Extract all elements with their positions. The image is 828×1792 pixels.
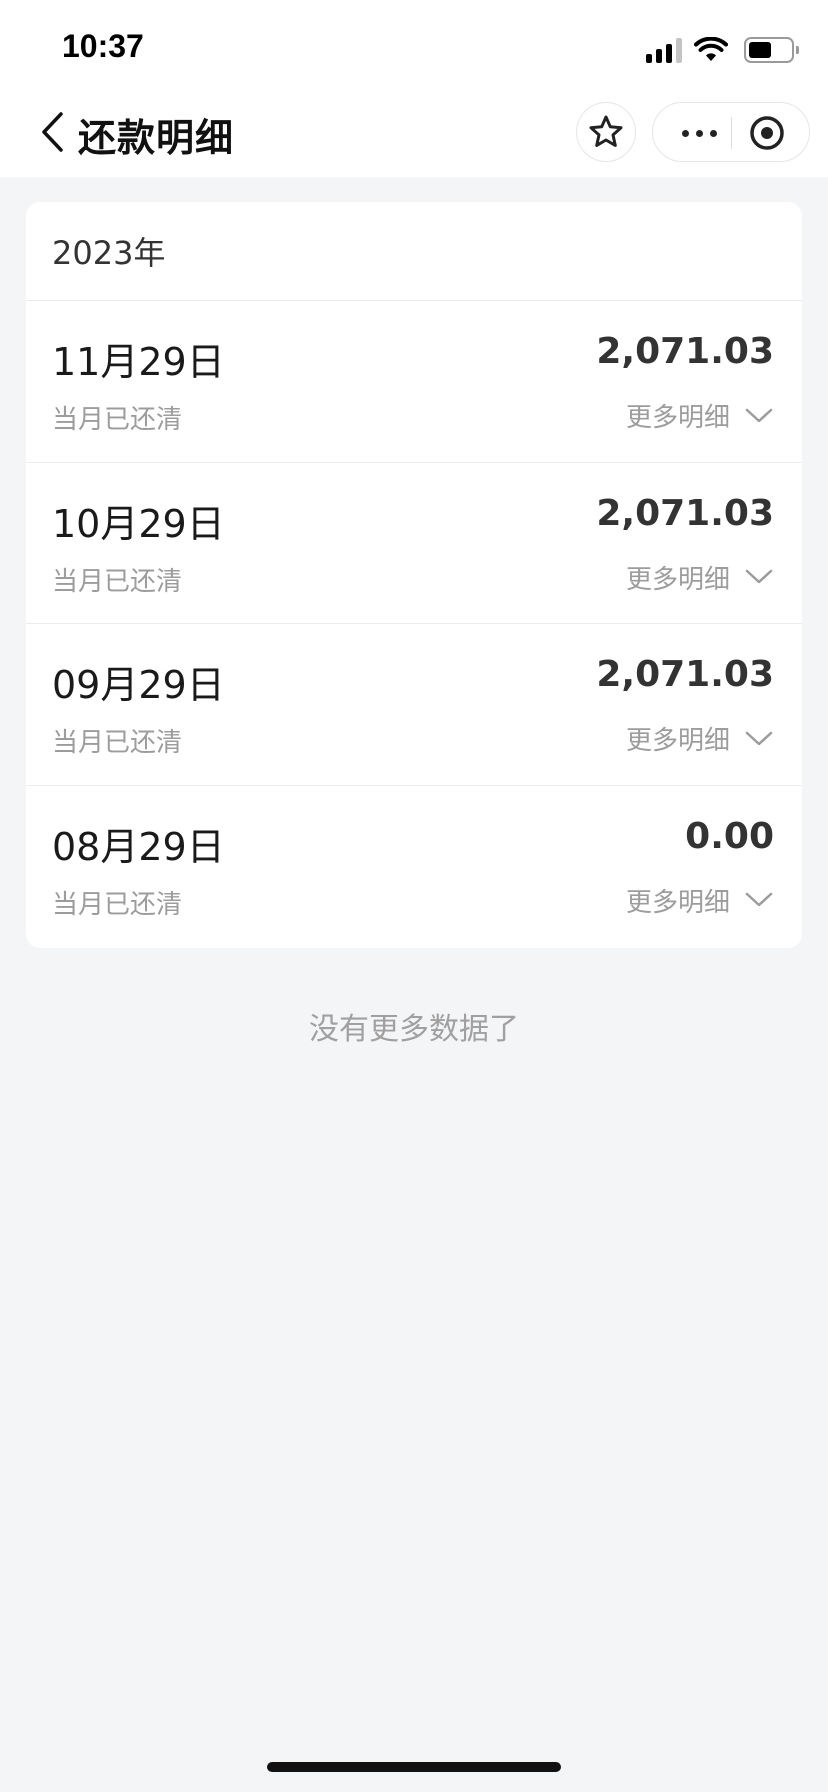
more-dot-icon — [681, 129, 689, 137]
status-icons — [646, 34, 799, 66]
repayment-amount: 2,071.03 — [596, 331, 774, 372]
chevron-down-icon — [745, 569, 773, 584]
chevron-down-icon — [745, 892, 773, 907]
status-time: 10:37 — [62, 28, 144, 64]
more-detail-label: 更多明细 — [625, 403, 730, 433]
more-detail-label: 更多明细 — [625, 726, 730, 756]
favorite-button[interactable] — [576, 102, 636, 162]
chevron-down-icon — [745, 408, 773, 422]
wifi-icon — [694, 37, 728, 61]
more-detail-label: 更多明细 — [625, 564, 730, 595]
status-bar: 10:37 — [0, 0, 828, 100]
repayment-status: 当月已还清 — [52, 889, 183, 920]
cellular-signal-icon — [646, 37, 682, 63]
repayment-amount: 2,071.03 — [596, 492, 774, 534]
repayment-status: 当月已还清 — [52, 405, 183, 435]
repayment-amount: 2,071.03 — [596, 654, 774, 695]
back-button[interactable] — [30, 110, 74, 154]
repayment-date: 09月29日 — [52, 663, 225, 707]
more-detail-label: 更多明细 — [625, 887, 730, 918]
repayment-row: 11月29日 2,071.03 当月已还清 更多明细 — [26, 301, 802, 463]
repayment-row: 09月29日 2,071.03 当月已还清 更多明细 — [26, 624, 802, 786]
repayment-amount: 0.00 — [685, 815, 774, 857]
repayment-date: 08月29日 — [52, 824, 225, 869]
page-title: 还款明细 — [78, 116, 235, 160]
mini-program-capsule — [652, 102, 810, 162]
home-indicator[interactable] — [267, 1762, 561, 1772]
more-detail-button[interactable]: 更多明细 — [626, 559, 774, 596]
repayment-date: 11月29日 — [52, 340, 225, 384]
star-icon — [589, 115, 623, 147]
more-detail-button[interactable]: 更多明细 — [626, 882, 774, 919]
repayment-status: 当月已还清 — [52, 566, 183, 597]
more-button[interactable] — [675, 103, 723, 163]
capsule-divider — [731, 117, 732, 149]
close-miniprogram-button[interactable] — [749, 115, 785, 151]
repayment-status: 当月已还清 — [52, 728, 183, 758]
chevron-down-icon — [745, 731, 773, 745]
more-detail-button[interactable]: 更多明细 — [626, 397, 774, 434]
repayment-list-card: 2023年 11月29日 2,071.03 当月已还清 更多明细 10月29日 … — [26, 202, 802, 948]
more-detail-button[interactable]: 更多明细 — [626, 720, 774, 757]
nav-bar: 还款明细 — [0, 96, 828, 168]
header-area: 10:37 还款明细 — [0, 0, 828, 177]
chevron-left-icon — [42, 112, 63, 152]
battery-icon — [744, 37, 799, 63]
year-header: 2023年 — [26, 202, 802, 301]
more-dot-icon — [709, 129, 717, 137]
repayment-row: 10月29日 2,071.03 当月已还清 更多明细 — [26, 463, 802, 624]
more-dot-icon — [695, 129, 703, 137]
repayment-date: 10月29日 — [52, 501, 225, 546]
no-more-data-text: 没有更多数据了 — [309, 1012, 519, 1047]
repayment-row: 08月29日 0.00 当月已还清 更多明细 — [26, 786, 802, 948]
